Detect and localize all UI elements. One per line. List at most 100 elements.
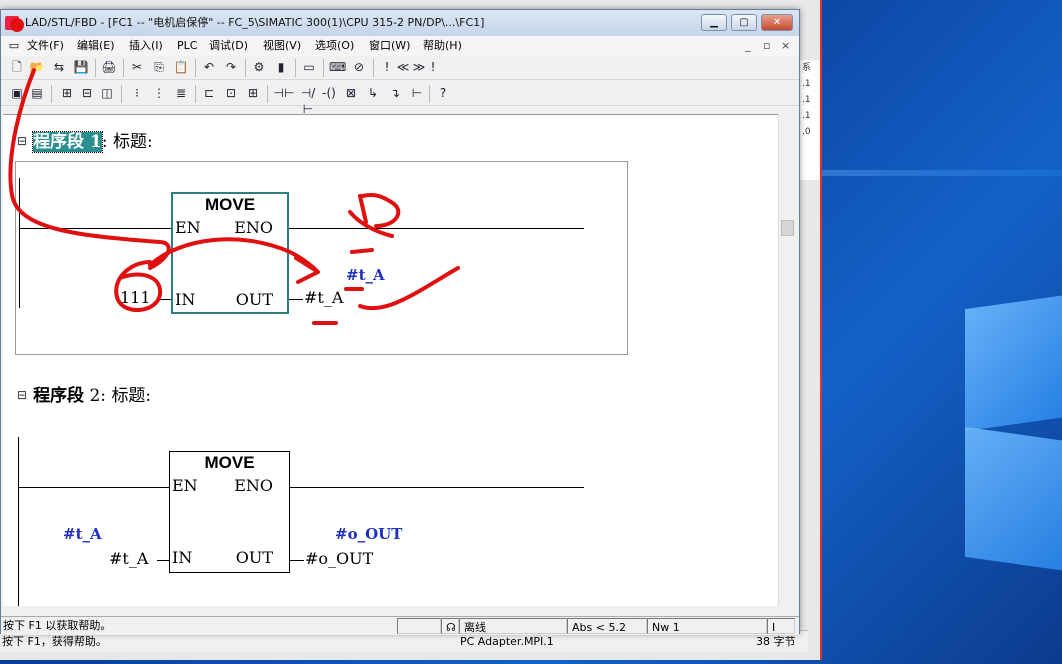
menu-insert[interactable]: 插入(I) <box>129 36 163 56</box>
download-icon[interactable]: ▮ <box>273 59 289 75</box>
background-tab-label: 系 <box>802 63 812 73</box>
connection-icon[interactable]: ⊢ <box>409 85 425 101</box>
network-2-header[interactable]: ⊟ 程序段 2: 标题: <box>17 381 151 406</box>
app-icon <box>5 16 19 30</box>
network-2-name[interactable]: 程序段 <box>33 386 84 406</box>
list-icon[interactable]: ⊟ <box>79 85 95 101</box>
save-icon[interactable]: 💾 <box>73 59 89 75</box>
out-pin: OUT <box>235 290 273 309</box>
details-icon[interactable]: ▤ <box>29 85 45 101</box>
network-1-title[interactable]: 标题: <box>113 132 153 152</box>
menu-plc[interactable]: PLC <box>177 36 197 56</box>
help-cursor-icon[interactable]: ? <box>435 85 451 101</box>
out-operand[interactable]: #o_OUT <box>305 549 373 568</box>
exclaim-icon[interactable]: ! <box>379 59 395 75</box>
in-wire <box>157 560 169 561</box>
title-bar[interactable]: LAD/STL/FBD - [FC1 -- "电机启保停" -- FC_5\SI… <box>1 10 799 36</box>
out-symbol: #o_OUT <box>335 525 403 543</box>
block-name: MOVE <box>204 453 255 472</box>
in-pin: IN <box>175 290 196 309</box>
close-button[interactable]: ✕ <box>761 14 793 31</box>
menu-window[interactable]: 窗口(W) <box>369 36 410 56</box>
collapse-toggle-icon[interactable]: ⊟ <box>17 388 27 402</box>
network-1-area[interactable]: MOVE EN ENO IN OUT 111 #t_A #t_A <box>15 161 628 355</box>
table-icon[interactable]: ⊞ <box>59 85 75 101</box>
scroll-thumb[interactable] <box>781 220 794 236</box>
lad-editor-window: LAD/STL/FBD - [FC1 -- "电机启保停" -- FC_5\SI… <box>0 9 800 635</box>
prev-icon[interactable]: ≪ <box>395 59 411 75</box>
redo-icon[interactable]: ↷ <box>223 59 239 75</box>
en-wire <box>19 228 171 229</box>
en-wire <box>18 487 170 488</box>
in-pin: IN <box>172 548 193 567</box>
menu-options[interactable]: 选项(O) <box>315 36 354 56</box>
normally-closed-contact-icon[interactable]: ⊣/⊢ <box>297 85 319 116</box>
minimize-button[interactable]: ▁ <box>701 14 727 31</box>
eno-wire <box>288 228 584 229</box>
symbol-icon[interactable]: ⁝ <box>129 85 145 101</box>
network-2-number: 2 <box>89 386 101 406</box>
background-count-text: 38 字节 <box>756 635 796 648</box>
lad-toolbar: ▣ ▤ ⊞ ⊟ ◫ ⁝ ⋮ ≣ ⊏ ⊡ ⊞ ⊣⊢ ⊣/⊢ -() ⊠ ↳ ↴ ⊢… <box>1 80 799 116</box>
print-icon[interactable]: 🖨 <box>101 59 117 75</box>
normally-open-contact-icon[interactable]: ⊣⊢ <box>273 85 295 101</box>
open-branch-icon[interactable]: ↳ <box>365 85 381 101</box>
overview-icon[interactable]: ▣ <box>9 85 25 101</box>
block-name: MOVE <box>204 195 256 214</box>
vertical-scrollbar[interactable] <box>778 114 795 606</box>
exclaim-icon[interactable]: ! <box>425 59 441 75</box>
menu-bar: ▭ 文件(F) 编辑(E) 插入(I) PLC 调试(D) 视图(V) 选项(O… <box>1 36 799 56</box>
network-status-icon: ☊ <box>441 618 459 634</box>
frame-icon[interactable]: ▭ <box>301 59 317 75</box>
background-help-text: 按下 F1，获得帮助。 <box>2 635 107 648</box>
copy-icon[interactable]: ⎘ <box>151 59 167 75</box>
coil-icon[interactable]: -() <box>321 85 337 101</box>
ladder-editor[interactable]: ⊟ 程序段 1: 标题: MOVE EN ENO IN OUT 111 #t_A … <box>3 114 778 606</box>
menu-help[interactable]: 帮助(H) <box>423 36 462 56</box>
mdi-close-button[interactable]: × <box>781 36 790 56</box>
in-operand[interactable]: 111 <box>120 288 151 307</box>
move-block-2[interactable]: MOVE EN ENO IN OUT <box>169 451 290 573</box>
new-file-icon[interactable]: 🗋 <box>9 59 25 75</box>
close-branch-icon[interactable]: ↴ <box>387 85 403 101</box>
menu-edit[interactable]: 编辑(E) <box>77 36 115 56</box>
paste-icon[interactable]: 📋 <box>173 59 189 75</box>
in-symbol: #t_A <box>63 525 102 543</box>
comment-icon[interactable]: ⋮ <box>151 85 167 101</box>
undo-icon[interactable]: ↶ <box>201 59 217 75</box>
network-transfer-icon[interactable]: ⇆ <box>51 59 67 75</box>
in-operand[interactable]: #t_A <box>109 549 148 568</box>
eno-pin: ENO <box>234 476 273 495</box>
background-value: .1 <box>802 95 811 105</box>
menu-debug[interactable]: 调试(D) <box>209 36 248 56</box>
collapse-toggle-icon[interactable]: ⊟ <box>17 134 27 148</box>
network-2-title[interactable]: 标题: <box>111 386 151 406</box>
mdi-restore-button[interactable]: ▫ <box>763 36 770 56</box>
out-operand[interactable]: #t_A <box>304 288 343 307</box>
menu-file[interactable]: 文件(F) <box>27 36 64 56</box>
empty-box-icon[interactable]: ⊞ <box>245 85 261 101</box>
network-2-sep: : <box>100 386 107 406</box>
in-wire <box>159 299 171 300</box>
online-icon[interactable]: ⌨ <box>329 59 346 75</box>
cut-icon[interactable]: ✂ <box>129 59 145 75</box>
out-symbol: #t_A <box>346 266 385 284</box>
mdi-minimize-button[interactable]: _ <box>745 36 751 56</box>
doc-icon[interactable]: ▭ <box>7 36 21 56</box>
open-file-icon[interactable]: 📂 <box>29 59 45 75</box>
glasses-icon[interactable]: ⊘ <box>351 59 367 75</box>
network-1-header[interactable]: ⊟ 程序段 1: 标题: <box>17 127 153 153</box>
info-icon[interactable]: ≣ <box>173 85 189 101</box>
settings-icon[interactable]: ⚙ <box>251 59 267 75</box>
eno-pin: ENO <box>234 218 273 237</box>
insert-mode-status: I <box>767 618 795 634</box>
move-block-1[interactable]: MOVE EN ENO IN OUT <box>171 192 289 314</box>
branch-icon[interactable]: ⊏ <box>201 85 217 101</box>
function-box-icon[interactable]: ⊠ <box>343 85 359 101</box>
status-blank <box>397 618 441 634</box>
menu-view[interactable]: 视图(V) <box>263 36 301 56</box>
window-icon[interactable]: ◫ <box>99 85 115 101</box>
maximize-button[interactable]: ▢ <box>731 14 757 31</box>
box-icon[interactable]: ⊡ <box>223 85 239 101</box>
network-1-name[interactable]: 程序段 1 <box>32 131 103 153</box>
